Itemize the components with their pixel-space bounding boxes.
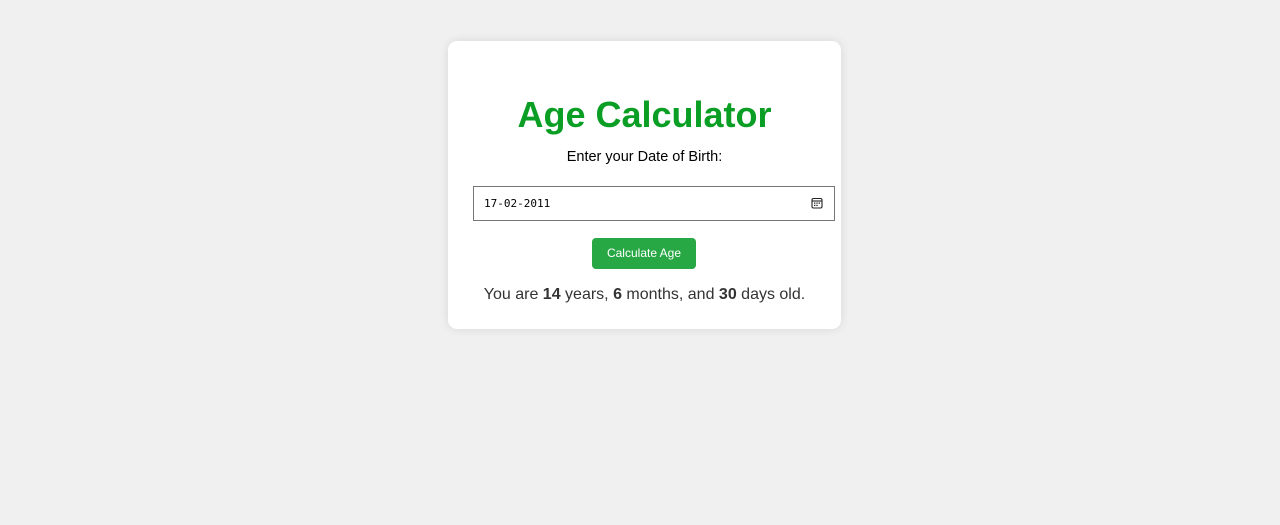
- dob-date-value[interactable]: 17-02-2011: [484, 196, 550, 212]
- result-months: 6: [613, 286, 622, 303]
- result-years-label: years,: [560, 286, 614, 303]
- calendar-icon[interactable]: [811, 197, 823, 209]
- result-days-label: days old.: [736, 286, 806, 303]
- age-calculator-card: Age Calculator Enter your Date of Birth:…: [448, 41, 841, 329]
- page-title: Age Calculator: [517, 94, 772, 135]
- age-result: You are 14 years, 6 months, and 30 days …: [448, 285, 841, 305]
- result-days: 30: [718, 286, 737, 303]
- calculate-age-button[interactable]: Calculate Age: [592, 238, 696, 269]
- result-prefix: You are: [483, 286, 543, 303]
- result-years: 14: [542, 286, 561, 303]
- result-months-label: months, and: [621, 286, 719, 303]
- dob-date-input[interactable]: 17-02-2011: [473, 186, 835, 221]
- dob-label: Enter your Date of Birth:: [566, 149, 723, 165]
